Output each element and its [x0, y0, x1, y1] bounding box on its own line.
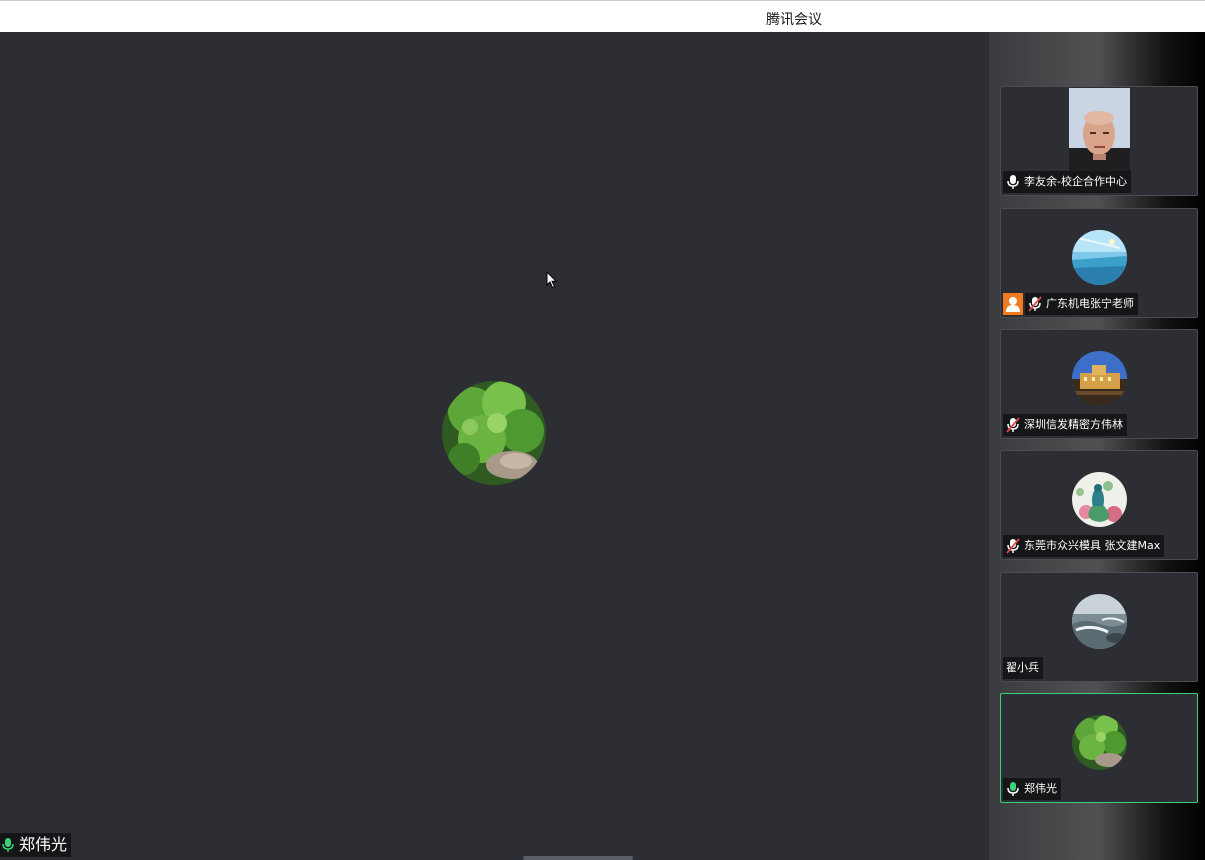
participant-name: 郑伟光: [1024, 782, 1057, 795]
mic-muted-icon: [1006, 538, 1020, 554]
participant-label: 东莞市众兴模具 张文建Max: [1003, 535, 1165, 557]
participant-label: 广东机电张宁老师: [1025, 293, 1138, 315]
participant-name: 广东机电张宁老师: [1046, 297, 1134, 310]
leafy-plant-avatar: [1072, 715, 1127, 770]
video-man-face: [1069, 88, 1130, 183]
participant-name: 翟小兵: [1006, 661, 1039, 674]
participant-name: 李友余-校企合作中心: [1024, 175, 1127, 188]
mic-on-icon: [1007, 782, 1019, 796]
mic-muted-icon: [1006, 417, 1020, 433]
mic-muted-icon: [1028, 296, 1042, 312]
main-speaker-name: 郑伟光: [19, 835, 68, 854]
participant-tile[interactable]: 广东机电张宁老师: [1000, 208, 1198, 318]
participant-tile[interactable]: 东莞市众兴模具 张文建Max: [1000, 450, 1198, 560]
participant-tile-active[interactable]: 郑伟光: [1000, 693, 1198, 803]
scrollbar-thumb[interactable]: [523, 856, 633, 860]
participant-tile[interactable]: 李友余-校企合作中心: [1000, 86, 1198, 196]
participant-name: 深圳信发精密方伟林: [1024, 418, 1123, 431]
title-bar: 腾讯会议: [0, 0, 1205, 32]
participant-label: 深圳信发精密方伟林: [1003, 414, 1127, 436]
participant-tile[interactable]: 翟小兵: [1000, 572, 1198, 682]
ocean-avatar: [1072, 594, 1127, 649]
castle-avatar: [1072, 351, 1127, 406]
mic-on-icon: [1007, 175, 1019, 189]
participant-name: 东莞市众兴模具 张文建Max: [1024, 539, 1161, 552]
sky-sea-avatar: [1072, 230, 1127, 285]
participant-tile[interactable]: 深圳信发精密方伟林: [1000, 329, 1198, 439]
mouse-cursor-icon: [546, 270, 558, 293]
peacock-avatar: [1072, 472, 1127, 527]
main-speaker-avatar: [442, 381, 546, 485]
person-icon: [1003, 293, 1023, 315]
main-video-stage[interactable]: 郑伟光: [0, 32, 989, 860]
participant-sidebar: 李友余-校企合作中心 广东机电张宁老师 深圳信发精密方伟林 东莞市众兴模具 张文…: [989, 32, 1205, 860]
participant-label: 翟小兵: [1003, 657, 1043, 679]
main-speaker-label: 郑伟光: [0, 833, 72, 857]
participant-label: 郑伟光: [1003, 778, 1061, 800]
participant-label: 李友余-校企合作中心: [1003, 171, 1131, 193]
window-title: 腾讯会议: [766, 12, 822, 28]
mic-on-icon: [2, 838, 14, 852]
